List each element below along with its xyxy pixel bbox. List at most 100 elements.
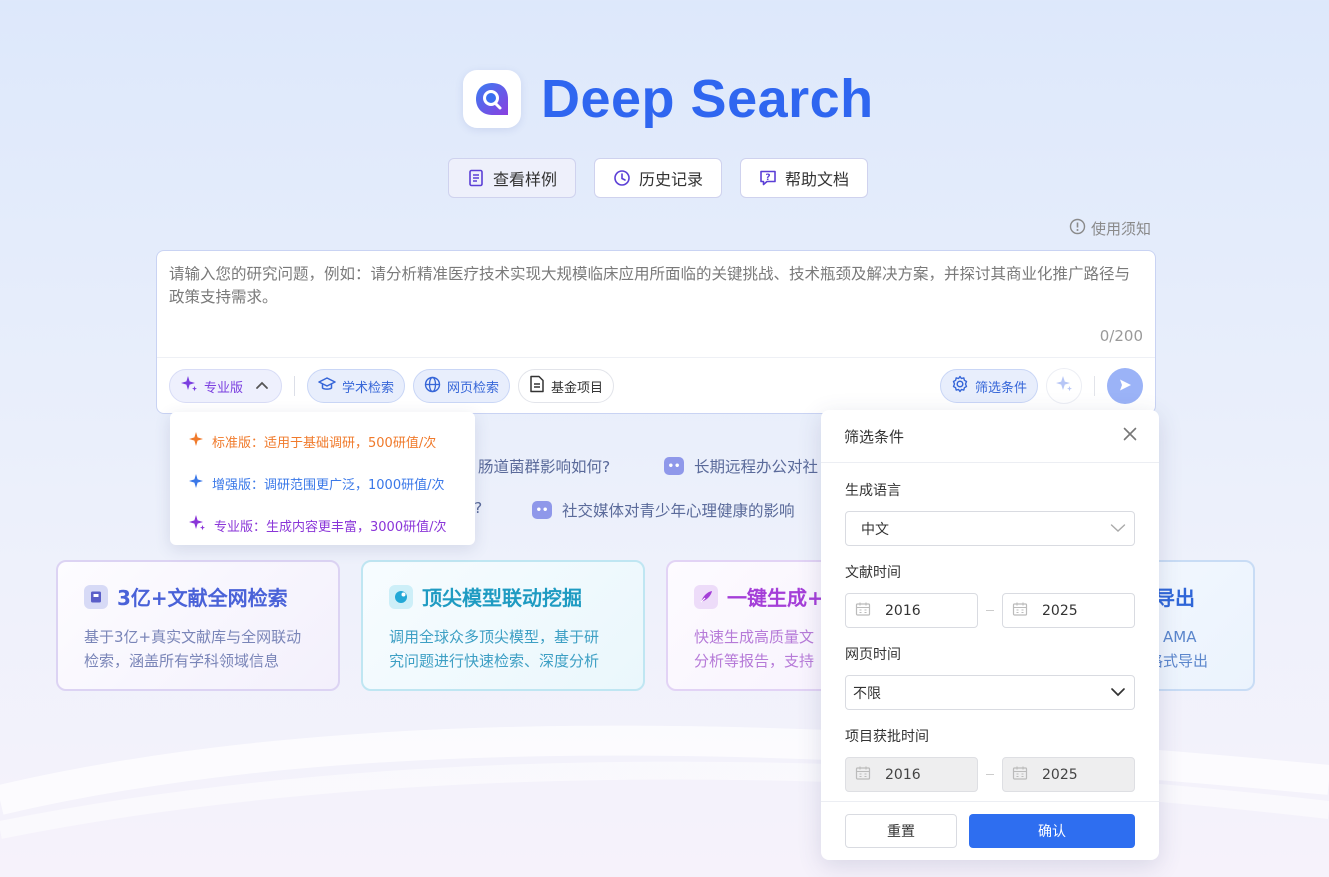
close-icon[interactable]	[1123, 427, 1137, 445]
view-examples-label: 查看样例	[493, 170, 558, 189]
view-examples-button[interactable]: 查看样例	[448, 158, 577, 198]
history-label: 历史记录	[639, 170, 704, 189]
history-button[interactable]: 历史记录	[594, 158, 723, 198]
feature-title: 导出	[1155, 586, 1195, 610]
web-time-label: 网页时间	[845, 647, 901, 663]
version-option-label: 增强版：调研范围更广泛，1000研值/次	[212, 477, 445, 493]
magic-enhance-button[interactable]	[1046, 368, 1082, 404]
feature-desc: 格式导出	[1148, 652, 1209, 670]
toolbar-separator	[294, 376, 296, 396]
range-dash	[986, 610, 994, 611]
confirm-button[interactable]: 确认	[969, 814, 1135, 848]
language-value: 中文	[861, 521, 889, 538]
send-button[interactable]	[1107, 368, 1143, 404]
version-label: 专业版	[204, 380, 244, 396]
project-end-year: 2025	[1002, 757, 1135, 792]
calendar-icon	[855, 765, 871, 785]
suggestion-text: 长期远程办公对社	[694, 458, 819, 476]
version-option-standard[interactable]: 标准版：适用于基础调研，500研值/次	[170, 420, 475, 462]
feature-desc: 究问题进行快速检索、深度分析	[389, 652, 600, 670]
project-end-value: 2025	[1042, 766, 1078, 783]
sparkle-icon	[188, 514, 206, 536]
help-docs-label: 帮助文档	[785, 170, 850, 189]
project-time-range: 2016 2025	[845, 757, 1135, 792]
chevron-down-icon	[1110, 685, 1126, 701]
app-logo-icon	[463, 70, 521, 128]
input-toolbar: 专业版 学术检索 网页检索 基金项目 筛选条件	[169, 368, 1143, 404]
gear-icon	[951, 375, 969, 397]
feature-card-models: 顶尖模型联动挖掘 调用全球众多顶尖模型，基于研 究问题进行快速检索、深度分析	[361, 560, 645, 691]
version-option-enhanced[interactable]: 增强版：调研范围更广泛，1000研值/次	[170, 462, 475, 504]
feature-card-literature: 3亿+文献全网检索 基于3亿+真实文献库与全网联动 检索，涵盖所有学科领域信息	[56, 560, 340, 691]
char-counter: 0/200	[1099, 327, 1143, 345]
version-option-label: 专业版：生成内容更丰富，3000研值/次	[214, 519, 447, 535]
clock-icon	[613, 169, 631, 187]
range-dash	[986, 774, 994, 775]
version-dropdown: 标准版：适用于基础调研，500研值/次 增强版：调研范围更广泛，1000研值/次…	[170, 412, 475, 545]
feature-desc: 、AMA	[1148, 628, 1197, 646]
chat-bot-icon: ••	[664, 457, 684, 475]
literature-end-year[interactable]: 2025	[1002, 593, 1135, 628]
web-time-select[interactable]: 不限	[845, 675, 1135, 710]
feature-desc: 检索，涵盖所有学科领域信息	[84, 652, 280, 670]
version-selector[interactable]: 专业版	[169, 369, 283, 403]
version-option-label: 标准版：适用于基础调研，500研值/次	[212, 435, 437, 451]
suggestion-text: ?	[474, 499, 483, 517]
help-question-icon: ?	[759, 169, 777, 187]
suggestion-item[interactable]: 肠道菌群影响如何?	[478, 455, 610, 477]
reset-button[interactable]: 重置	[845, 814, 957, 848]
suggestion-item[interactable]: •• 长期远程办公对社	[664, 455, 818, 477]
calendar-icon	[855, 601, 871, 621]
brand-header: Deep Search	[463, 68, 874, 130]
filter-conditions-label: 筛选条件	[974, 380, 1027, 396]
globe-icon	[424, 376, 441, 397]
literature-time-range: 2016 2025	[845, 593, 1135, 628]
sparkle-icon	[188, 473, 204, 493]
document-icon	[529, 375, 545, 397]
language-select[interactable]: 中文	[845, 511, 1135, 546]
chat-bot-icon: ••	[532, 501, 552, 519]
web-search-toggle[interactable]: 网页检索	[413, 369, 511, 403]
sparkle-icon	[180, 375, 198, 397]
feature-title: 顶尖模型联动挖掘	[422, 586, 582, 610]
filter-conditions-button[interactable]: 筛选条件	[939, 369, 1038, 403]
svg-text:?: ?	[765, 173, 770, 183]
toolbar-separator	[1094, 376, 1095, 396]
graduation-cap-icon	[318, 376, 336, 396]
fund-project-label: 基金项目	[551, 380, 604, 396]
literature-start-year[interactable]: 2016	[845, 593, 978, 628]
top-nav: 查看样例 历史记录 ? 帮助文档	[448, 158, 869, 198]
research-input-card: 请输入您的研究问题，例如：请分析精准医疗技术实现大规模临床应用所面临的关键挑战、…	[156, 250, 1156, 414]
literature-end-value: 2025	[1042, 602, 1078, 619]
card-divider	[157, 357, 1155, 358]
suggestion-text: 社交媒体对青少年心理健康的影响	[562, 502, 795, 520]
feature-title: 3亿+文献全网检索	[117, 586, 288, 610]
suggestion-text: 肠道菌群影响如何?	[478, 458, 611, 476]
language-label: 生成语言	[845, 483, 901, 499]
suggestion-item[interactable]: ?	[474, 499, 482, 517]
feature-title: 一键生成+	[727, 586, 824, 610]
calendar-icon	[1012, 601, 1028, 621]
usage-notice-link[interactable]: 使用须知	[1069, 218, 1151, 239]
chevron-down-icon	[1110, 521, 1126, 537]
academic-search-toggle[interactable]: 学术检索	[307, 369, 406, 403]
academic-search-label: 学术检索	[342, 380, 395, 396]
feather-pen-icon	[694, 584, 718, 609]
project-start-value: 2016	[885, 766, 921, 783]
help-docs-button[interactable]: ? 帮助文档	[740, 158, 869, 198]
filter-panel-title: 筛选条件	[844, 427, 905, 446]
web-time-value: 不限	[853, 685, 881, 702]
literature-time-label: 文献时间	[845, 565, 901, 581]
literature-start-value: 2016	[885, 602, 921, 619]
version-option-pro[interactable]: 专业版：生成内容更丰富，3000研值/次	[170, 504, 475, 546]
calendar-icon	[1012, 765, 1028, 785]
feature-desc: 调用全球众多顶尖模型，基于研	[389, 628, 600, 646]
sparkle-icon	[188, 431, 204, 451]
suggestion-item[interactable]: •• 社交媒体对青少年心理健康的影响	[532, 499, 795, 521]
research-question-input[interactable]: 请输入您的研究问题，例如：请分析精准医疗技术实现大规模临床应用所面临的关键挑战、…	[169, 263, 1144, 309]
info-icon	[1069, 218, 1086, 239]
sparkle-icon	[1054, 374, 1074, 398]
fund-project-toggle[interactable]: 基金项目	[518, 369, 615, 403]
project-approval-time-label: 项目获批时间	[845, 729, 929, 745]
feature-desc: 基于3亿+真实文献库与全网联动	[84, 628, 302, 646]
